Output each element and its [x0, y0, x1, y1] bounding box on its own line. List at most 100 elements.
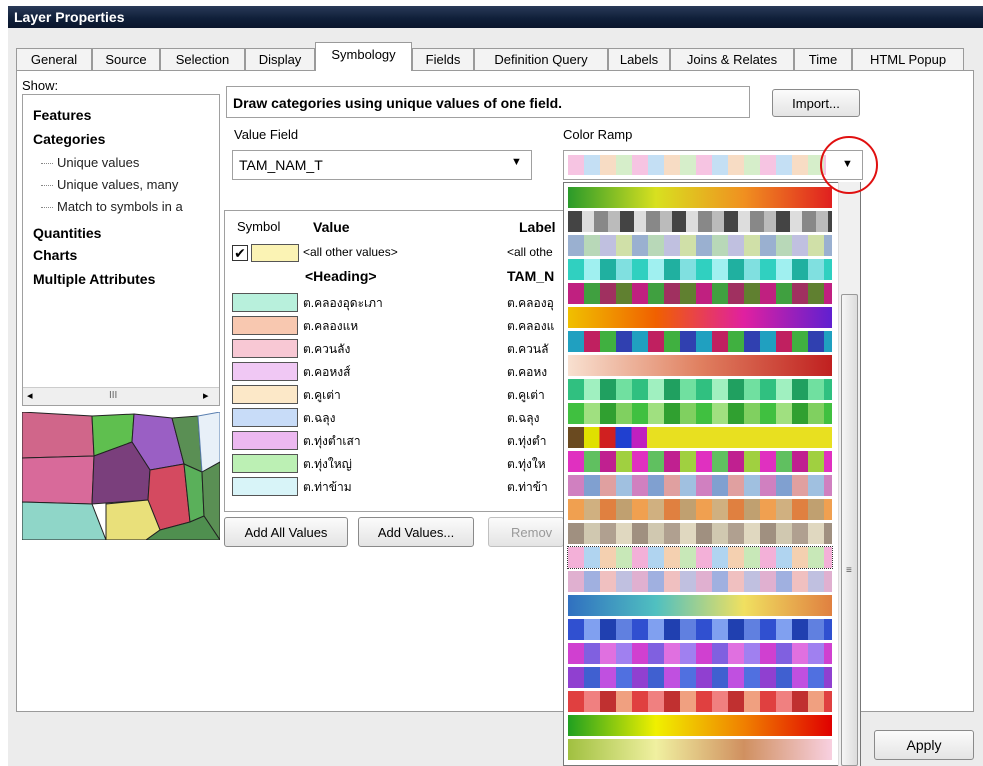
symbol-swatch[interactable] — [232, 385, 298, 404]
table-row[interactable]: ต.คลองอุดะเภา ต.คลองอุ — [225, 291, 565, 314]
col-value-header[interactable]: Value — [313, 219, 350, 235]
color-ramp-option[interactable] — [568, 403, 832, 424]
tab-html-popup[interactable]: HTML Popup — [852, 48, 964, 70]
color-ramp-option[interactable] — [567, 546, 833, 569]
table-row[interactable]: ต.คลองแห ต.คลองแ — [225, 314, 565, 337]
color-ramp-scrollbar[interactable]: ≡ — [838, 182, 860, 766]
import-button[interactable]: Import... — [772, 89, 860, 117]
color-ramp-option[interactable] — [568, 427, 832, 448]
all-other-checkbox[interactable]: ✔ — [232, 245, 248, 261]
table-row-all-other[interactable]: ✔ <all other values> <all othe — [225, 242, 565, 265]
table-row[interactable]: ต.ทุ่งใหญ่ ต.ทุ่งให — [225, 452, 565, 475]
symbol-swatch[interactable] — [232, 431, 298, 450]
color-ramp-option[interactable] — [568, 499, 832, 520]
value-field-dropdown[interactable]: TAM_NAM_T ▼ — [232, 150, 532, 180]
value-field-value: TAM_NAM_T — [239, 157, 323, 173]
symbol-swatch[interactable] — [232, 454, 298, 473]
scrollbar-thumb[interactable]: ≡ — [841, 294, 858, 766]
renderer-tree[interactable]: Features Categories Unique values Unique… — [22, 94, 220, 406]
color-ramp-list[interactable] — [563, 182, 861, 766]
tree-match-to-symbols-label: Match to symbols in a — [57, 199, 183, 214]
color-ramp-label: Color Ramp — [563, 127, 633, 142]
tab-symbology[interactable]: Symbology — [315, 42, 412, 71]
tree-match-to-symbols[interactable]: Match to symbols in a — [41, 199, 183, 214]
heading-label: TAM_N — [507, 268, 555, 284]
color-ramp-option[interactable] — [568, 571, 832, 592]
table-row[interactable]: ต.ควนลัง ต.ควนลั — [225, 337, 565, 360]
tree-multiple-attributes[interactable]: Multiple Attributes — [33, 271, 155, 287]
table-row[interactable]: ต.ทุ่งตำเสา ต.ทุ่งตำ — [225, 429, 565, 452]
color-ramp-dropdown[interactable]: ▼ — [563, 150, 863, 180]
color-ramp-option[interactable] — [568, 331, 832, 352]
window-title: Layer Properties — [14, 9, 125, 25]
color-ramp-option[interactable] — [568, 475, 832, 496]
table-row[interactable]: ต.ฉลุง ต.ฉลุง — [225, 406, 565, 429]
tree-categories[interactable]: Categories — [33, 131, 105, 147]
symbol-swatch[interactable] — [232, 293, 298, 312]
table-row[interactable]: ต.ท่าข้าม ต.ท่าข้า — [225, 475, 565, 498]
remove-button[interactable]: Remov — [488, 517, 564, 547]
tab-joins-relates[interactable]: Joins & Relates — [670, 48, 794, 70]
color-ramp-option[interactable] — [568, 355, 832, 376]
add-all-values-button[interactable]: Add All Values — [224, 517, 348, 547]
tree-charts[interactable]: Charts — [33, 247, 77, 263]
tab-source[interactable]: Source — [92, 48, 160, 70]
highlight-circle-annotation — [820, 136, 878, 194]
symbol-value-table[interactable]: Symbol Value Label ✔ <all other values> … — [224, 210, 566, 512]
color-ramp-option[interactable] — [568, 595, 832, 616]
tab-selection[interactable]: Selection — [160, 48, 245, 70]
tree-quantities[interactable]: Quantities — [33, 225, 101, 241]
color-ramp-option[interactable] — [568, 691, 832, 712]
color-ramp-option[interactable] — [568, 307, 832, 328]
chevron-down-icon[interactable]: ▼ — [511, 156, 522, 168]
symbol-swatch[interactable] — [232, 408, 298, 427]
row-value: ต.คลองแห — [303, 319, 359, 333]
color-ramp-option[interactable] — [568, 451, 832, 472]
color-ramp-option[interactable] — [568, 187, 832, 208]
color-ramp-option[interactable] — [568, 643, 832, 664]
row-value: ต.ทุ่งตำเสา — [303, 434, 361, 448]
table-row[interactable]: ต.คอหงส์ ต.คอหง — [225, 360, 565, 383]
scroll-left-icon[interactable]: ◂ — [27, 389, 33, 402]
scroll-right-icon[interactable]: ▸ — [203, 389, 209, 402]
color-ramp-option[interactable] — [568, 523, 832, 544]
row-value: ต.คูเต่า — [303, 388, 341, 402]
color-ramp-option[interactable] — [568, 667, 832, 688]
tab-fields[interactable]: Fields — [412, 48, 474, 70]
color-ramp-option[interactable] — [568, 283, 832, 304]
all-other-value: <all other values> — [303, 245, 398, 259]
apply-button[interactable]: Apply — [874, 730, 974, 760]
color-ramp-option[interactable] — [568, 235, 832, 256]
tree-unique-values-many[interactable]: Unique values, many — [41, 177, 178, 192]
symbol-swatch[interactable] — [232, 477, 298, 496]
tab-time[interactable]: Time — [794, 48, 852, 70]
symbol-swatch[interactable] — [232, 339, 298, 358]
symbol-swatch[interactable] — [232, 362, 298, 381]
tab-general[interactable]: General — [16, 48, 92, 70]
row-label: ต.ควนลั — [507, 342, 549, 356]
tab-labels[interactable]: Labels — [608, 48, 670, 70]
color-ramp-option[interactable] — [568, 211, 832, 232]
renderer-description: Draw categories using unique values of o… — [233, 95, 563, 111]
tab-definition-query[interactable]: Definition Query — [474, 48, 608, 70]
row-label: ต.ท่าข้า — [507, 480, 548, 494]
color-ramp-option[interactable] — [568, 379, 832, 400]
color-ramp-option[interactable] — [568, 715, 832, 736]
tree-unique-values[interactable]: Unique values — [41, 155, 139, 170]
col-label-header[interactable]: Label — [519, 219, 556, 235]
row-label: ต.คลองอุ — [507, 296, 554, 310]
table-row[interactable]: ต.คูเต่า ต.คูเต่า — [225, 383, 565, 406]
color-ramp-option[interactable] — [568, 619, 832, 640]
symbol-swatch[interactable] — [232, 316, 298, 335]
color-ramp-option[interactable] — [568, 259, 832, 280]
row-value: ต.ฉลุง — [303, 411, 336, 425]
color-ramp-option[interactable] — [568, 739, 832, 760]
tab-display[interactable]: Display — [245, 48, 315, 70]
add-values-button[interactable]: Add Values... — [358, 517, 474, 547]
window-title-bar[interactable]: Layer Properties — [8, 6, 983, 28]
all-other-swatch[interactable] — [251, 244, 299, 262]
tree-horizontal-scrollbar[interactable]: ◂ III ▸ — [23, 387, 219, 405]
col-symbol-header[interactable]: Symbol — [237, 219, 280, 234]
table-row-heading[interactable]: <Heading> TAM_N — [225, 265, 565, 288]
tree-features[interactable]: Features — [33, 107, 91, 123]
